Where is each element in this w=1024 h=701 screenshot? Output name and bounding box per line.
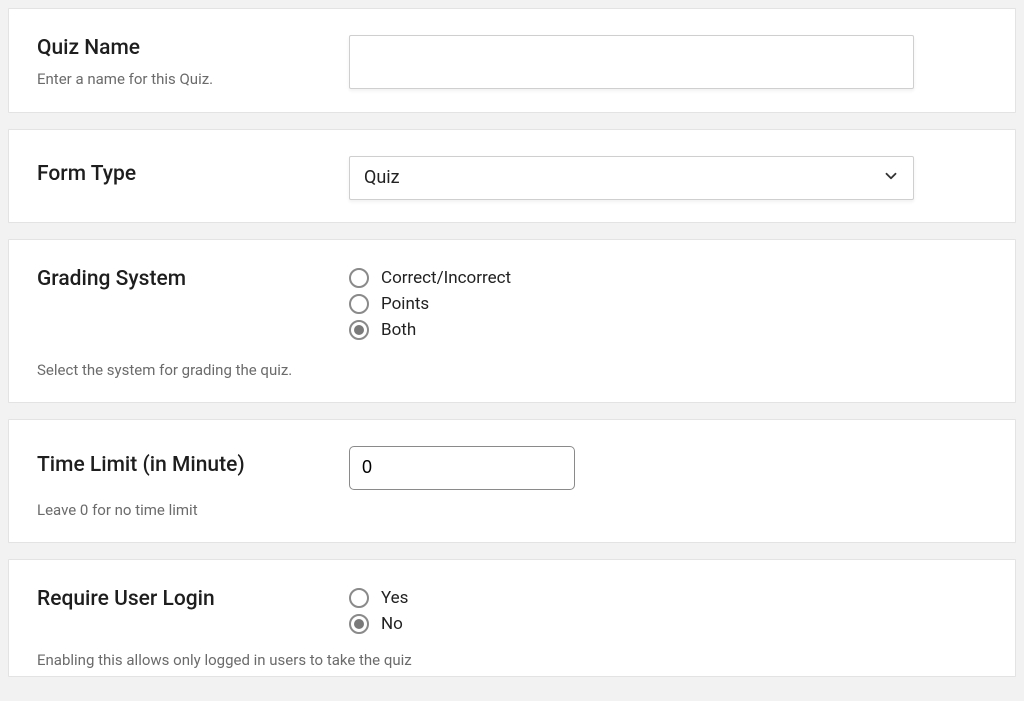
require-login-radio-yes[interactable] bbox=[349, 588, 369, 608]
require-login-radio-no-label[interactable]: No bbox=[381, 614, 403, 634]
quiz-name-label: Quiz Name bbox=[37, 35, 349, 61]
grading-system-help: Select the system for grading the quiz. bbox=[37, 360, 987, 380]
require-login-label: Require User Login bbox=[37, 586, 349, 612]
form-type-select[interactable]: Quiz bbox=[349, 156, 914, 200]
grading-radio-points-label[interactable]: Points bbox=[381, 294, 429, 314]
grading-radio-points[interactable] bbox=[349, 294, 369, 314]
time-limit-input[interactable] bbox=[349, 446, 575, 490]
panel-require-login: Require User Login Yes No Enabling this … bbox=[8, 559, 1016, 677]
grading-system-label: Grading System bbox=[37, 266, 349, 292]
require-login-help: Enabling this allows only logged in user… bbox=[37, 650, 987, 670]
time-limit-help: Leave 0 for no time limit bbox=[37, 500, 987, 520]
quiz-name-help: Enter a name for this Quiz. bbox=[37, 69, 349, 89]
require-login-radio-no[interactable] bbox=[349, 614, 369, 634]
panel-time-limit: Time Limit (in Minute) Leave 0 for no ti… bbox=[8, 419, 1016, 543]
grading-radio-both-label[interactable]: Both bbox=[381, 320, 416, 340]
form-type-selected-value: Quiz bbox=[364, 167, 400, 188]
panel-form-type: Form Type Quiz bbox=[8, 129, 1016, 223]
grading-radio-both[interactable] bbox=[349, 320, 369, 340]
panel-quiz-name: Quiz Name Enter a name for this Quiz. bbox=[8, 8, 1016, 113]
form-type-label: Form Type bbox=[37, 161, 136, 187]
quiz-name-input[interactable] bbox=[349, 35, 914, 89]
time-limit-label: Time Limit (in Minute) bbox=[37, 452, 245, 478]
grading-radio-correct-label[interactable]: Correct/Incorrect bbox=[381, 268, 511, 288]
require-login-radio-yes-label[interactable]: Yes bbox=[381, 588, 408, 608]
panel-grading-system: Grading System Correct/Incorrect Points … bbox=[8, 239, 1016, 403]
grading-radio-correct[interactable] bbox=[349, 268, 369, 288]
